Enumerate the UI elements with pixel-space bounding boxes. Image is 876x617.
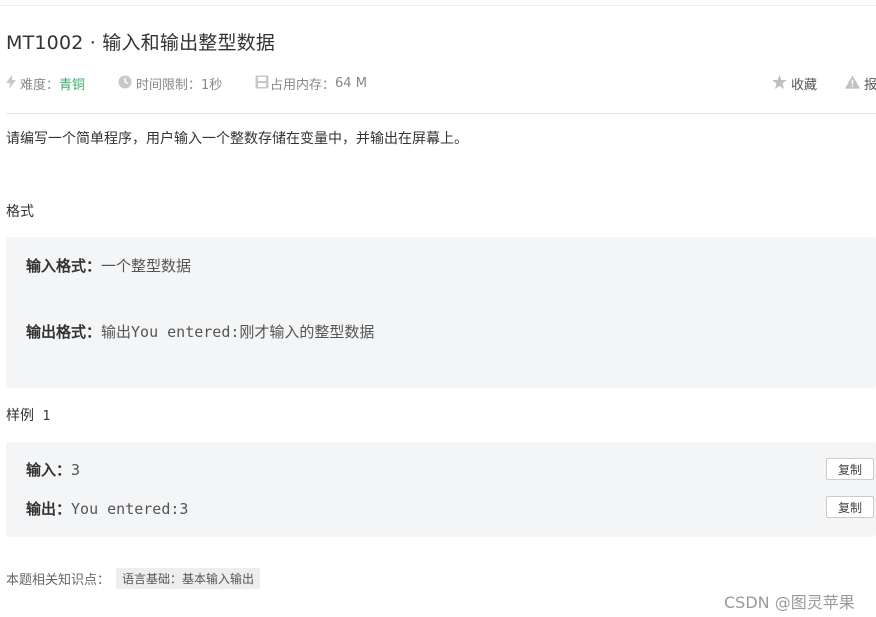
watermark: CSDN @图灵苹果 xyxy=(724,593,855,612)
format-box: 输入格式： 一个整型数据 输出格式： 输出You entered:刚才输入的整型… xyxy=(6,237,876,388)
difficulty-value: 青铜 xyxy=(59,78,86,93)
memory-label: 占用内存： xyxy=(270,78,336,93)
output-format-label: 输出格式： xyxy=(26,323,102,341)
clock-icon xyxy=(118,75,132,93)
output-format-text: 输出You entered:刚才输入的整型数据 xyxy=(101,323,375,341)
copy-output-button[interactable]: 复制 xyxy=(826,496,874,518)
meta-divider xyxy=(6,113,876,114)
time-limit-label: 时间限制： xyxy=(136,78,202,93)
star-icon xyxy=(772,74,787,93)
knowledge-points: 本题相关知识点： 语言基础：基本输入输出 xyxy=(6,568,261,589)
sample-heading: 样例 1 xyxy=(6,405,50,425)
sample-output-value: You entered:3 xyxy=(71,500,189,518)
time-limit-info: 时间限制： 1秒 xyxy=(118,74,222,93)
memory-value: 64 M xyxy=(335,76,367,91)
sample-input-label: 输入： xyxy=(26,461,72,479)
sample-box: 输入： 3 复制 输出： You entered:3 复制 xyxy=(6,442,876,537)
difficulty-label: 难度： xyxy=(20,78,60,93)
input-format-text: 一个整型数据 xyxy=(101,257,192,275)
sample-number: 1 xyxy=(42,409,51,424)
memory-info: 占用内存： 64 M xyxy=(255,74,367,93)
sample-output-row: 输出： You entered:3 xyxy=(26,498,188,519)
copy-input-button[interactable]: 复制 xyxy=(826,458,874,480)
output-format-row: 输出格式： 输出You entered:刚才输入的整型数据 xyxy=(26,321,374,342)
format-heading: 格式 xyxy=(6,204,34,220)
favorite-button[interactable]: 收藏 xyxy=(772,74,817,93)
sample-output-label: 输出： xyxy=(26,500,72,518)
top-divider xyxy=(0,5,876,6)
warning-icon xyxy=(845,74,860,93)
favorite-label: 收藏 xyxy=(791,78,818,93)
memory-icon xyxy=(255,75,269,93)
time-limit-value: 1秒 xyxy=(201,78,223,93)
input-format-label: 输入格式： xyxy=(26,257,102,275)
input-format-row: 输入格式： 一个整型数据 xyxy=(26,255,191,276)
report-label: 报 xyxy=(864,78,876,93)
report-button[interactable]: 报 xyxy=(845,74,876,93)
difficulty-info: 难度： 青铜 xyxy=(6,74,85,93)
knowledge-tag[interactable]: 语言基础：基本输入输出 xyxy=(116,568,261,589)
bolt-icon xyxy=(6,74,16,93)
sample-input-value: 3 xyxy=(71,461,81,479)
sample-heading-label: 样例 xyxy=(6,408,34,424)
problem-title: MT1002 · 输入和输出整型数据 xyxy=(6,32,276,54)
problem-description: 请编写一个简单程序，用户输入一个整数存储在变量中，并输出在屏幕上。 xyxy=(6,131,468,147)
sample-input-row: 输入： 3 xyxy=(26,459,80,480)
knowledge-label: 本题相关知识点： xyxy=(6,573,111,588)
